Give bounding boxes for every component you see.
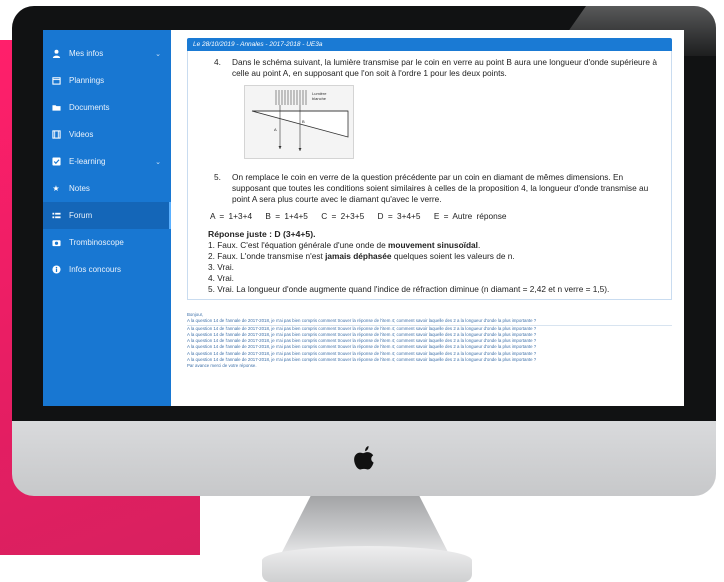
sidebar-item-videos[interactable]: Videos bbox=[43, 121, 171, 148]
sidebar-item-notes[interactable]: ★ Notes bbox=[43, 175, 171, 202]
sidebar-item-label: Plannings bbox=[69, 76, 105, 85]
apple-logo-icon bbox=[354, 445, 374, 469]
sidebar-item-label: Videos bbox=[69, 130, 94, 139]
post-body: 4. Dans le schéma suivant, la lumière tr… bbox=[187, 51, 672, 300]
sidebar-item-e-learning[interactable]: E-learning ⌄ bbox=[43, 148, 171, 175]
explanation-text: . bbox=[477, 240, 481, 250]
folder-icon bbox=[51, 103, 61, 113]
question-4: 4. Dans le schéma suivant, la lumière tr… bbox=[214, 57, 661, 79]
imac-base bbox=[262, 546, 472, 582]
sidebar-item-plannings[interactable]: Plannings bbox=[43, 67, 171, 94]
sidebar-item-infos-concours[interactable]: Infos concours bbox=[43, 256, 171, 283]
sidebar-item-label: E-learning bbox=[69, 157, 106, 166]
comment-line: A la question 14 de l'annale de 2017-201… bbox=[187, 324, 672, 332]
explanation-emphasis: jamais déphasée bbox=[325, 251, 392, 261]
sidebar-item-label: Documents bbox=[69, 103, 110, 112]
user-icon bbox=[51, 49, 61, 59]
question-text: Dans le schéma suivant, la lumière trans… bbox=[232, 57, 657, 78]
info-icon bbox=[51, 265, 61, 275]
sidebar-item-documents[interactable]: Documents bbox=[43, 94, 171, 121]
answer-explanation: Réponse juste : D (3+4+5). 1. Faux. C'es… bbox=[208, 229, 661, 295]
sidebar-item-label: Notes bbox=[69, 184, 90, 193]
imac-chin bbox=[12, 421, 716, 496]
figure-point-b: B bbox=[302, 119, 305, 124]
answer-choice: A = 1+3+4 bbox=[210, 211, 253, 221]
question-5: 5. On remplace le coin en verre de la qu… bbox=[214, 172, 661, 205]
sidebar-item-trombinoscope[interactable]: Trombinoscope bbox=[43, 229, 171, 256]
sidebar-item-label: Trombinoscope bbox=[69, 238, 124, 247]
question-number: 5. bbox=[214, 172, 221, 182]
explanation-line-1: 1. Faux. C'est l'équation générale d'une… bbox=[208, 240, 661, 251]
answer-choice: D = 3+4+5 bbox=[377, 211, 421, 221]
chevron-down-icon: ⌄ bbox=[155, 158, 161, 166]
camera-icon bbox=[51, 238, 61, 248]
answer-choice: C = 2+3+5 bbox=[321, 211, 365, 221]
explanation-text: 1. Faux. C'est l'équation générale d'une… bbox=[208, 240, 389, 250]
screen: Mes infos ⌄ Plannings Documents Videos E… bbox=[43, 30, 684, 406]
explanation-text: 2. Faux. L'onde transmise n'est bbox=[208, 251, 326, 261]
film-icon bbox=[51, 130, 61, 140]
sidebar-item-label: Infos concours bbox=[69, 265, 122, 274]
explanation-line-3: 3. Vrai. bbox=[208, 262, 234, 272]
question-text: On remplace le coin en verre de la quest… bbox=[232, 172, 649, 204]
sidebar-item-forum[interactable]: Forum bbox=[43, 202, 171, 229]
forum-post-area: Le 28/10/2019 - Annales - 2017-2018 - UE… bbox=[171, 30, 684, 406]
comment-closing: Par avance merci de votre réponse. bbox=[187, 363, 257, 369]
post-header: Le 28/10/2019 - Annales - 2017-2018 - UE… bbox=[187, 38, 672, 51]
sidebar-item-mes-infos[interactable]: Mes infos ⌄ bbox=[43, 40, 171, 67]
answer-choice: E = Autre réponse bbox=[433, 211, 507, 221]
correct-answer-title: Réponse juste : D (3+4+5). bbox=[208, 229, 316, 239]
explanation-line-5: 5. Vrai. La longueur d'onde augmente qua… bbox=[208, 284, 610, 294]
answer-choice: B = 1+4+5 bbox=[265, 211, 308, 221]
forum-icon bbox=[51, 211, 61, 221]
sidebar-item-label: Forum bbox=[69, 211, 93, 220]
checkbox-icon bbox=[51, 157, 61, 167]
explanation-emphasis: mouvement sinusoïdal bbox=[388, 240, 478, 250]
sidebar-item-label: Mes infos bbox=[69, 49, 104, 58]
question-number: 4. bbox=[214, 57, 221, 67]
figure-point-a: A bbox=[274, 127, 277, 132]
sidebar: Mes infos ⌄ Plannings Documents Videos E… bbox=[43, 30, 171, 406]
chevron-down-icon: ⌄ bbox=[155, 50, 161, 58]
glass-wedge-diagram: Lumière blanche A B bbox=[244, 85, 354, 159]
answer-choices: A = 1+3+4 B = 1+4+5 C = 2+3+5 D = 3+4+5 … bbox=[210, 211, 661, 221]
explanation-line-2: 2. Faux. L'onde transmise n'est jamais d… bbox=[208, 251, 661, 262]
imac-mockup: Mes infos ⌄ Plannings Documents Videos E… bbox=[12, 6, 716, 582]
forum-comment: Bonjour, A la question 14 de l'annale de… bbox=[187, 312, 672, 370]
calendar-icon bbox=[51, 76, 61, 86]
explanation-text: quelques soient les valeurs de n. bbox=[391, 251, 515, 261]
figure-label-blanche: blanche bbox=[312, 96, 327, 101]
explanation-line-4: 4. Vrai. bbox=[208, 273, 234, 283]
star-icon: ★ bbox=[52, 184, 60, 193]
